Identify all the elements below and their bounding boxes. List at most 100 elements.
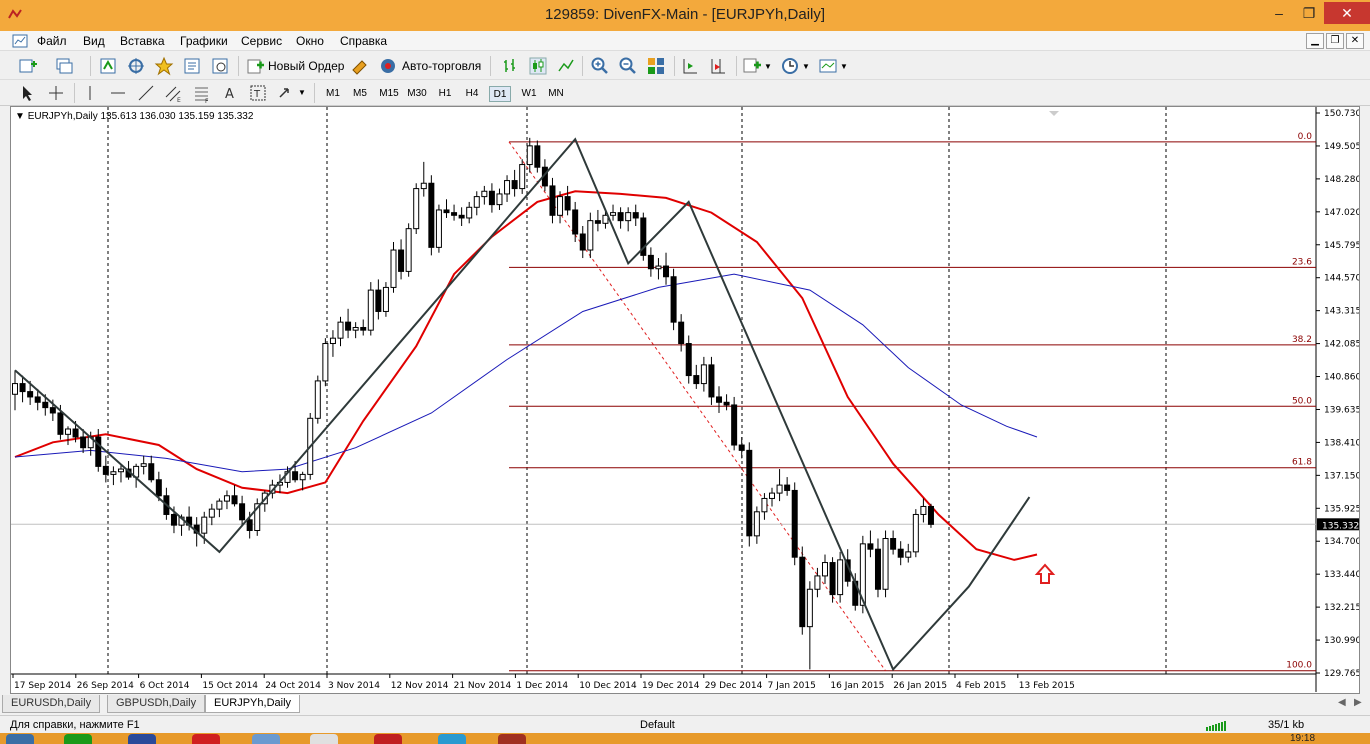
close-button[interactable]: ✕ — [1324, 2, 1370, 24]
strategy-tester-icon[interactable] — [210, 56, 230, 76]
candle-body — [731, 404, 738, 446]
tab-eurusd[interactable]: EURUSDh,Daily — [2, 695, 101, 713]
menu-charts[interactable]: Графики — [180, 34, 228, 48]
taskbar-yandex-icon[interactable] — [310, 734, 338, 744]
profiles-icon[interactable] — [55, 56, 75, 76]
taskbar-browser-icon[interactable] — [192, 734, 220, 744]
menu-window[interactable]: Окно — [296, 34, 324, 48]
fibo-level-label: 38.2 — [1292, 335, 1312, 345]
taskbar-skype-icon[interactable] — [438, 734, 466, 744]
line-chart-icon[interactable] — [556, 56, 576, 76]
zoom-in-icon[interactable] — [590, 56, 610, 76]
tab-eurjpy[interactable]: EURJPYh,Daily — [205, 695, 301, 713]
candle-body — [769, 492, 775, 499]
indicators-icon[interactable] — [742, 56, 762, 76]
candle-body — [564, 196, 571, 211]
periods-clock-icon[interactable] — [780, 56, 800, 76]
arrows-icon[interactable] — [276, 83, 296, 103]
auto-trading-button[interactable]: Авто-торговля — [402, 57, 481, 75]
taskbar-explorer-icon[interactable] — [252, 734, 280, 744]
candle-body — [912, 513, 919, 553]
new-order-icon[interactable] — [245, 56, 265, 76]
tf-m1[interactable]: M1 — [322, 86, 344, 102]
tf-h4[interactable]: H4 — [461, 86, 483, 102]
candle-body — [72, 428, 79, 438]
chart-menu-arrow-icon[interactable]: ▼ — [15, 111, 25, 122]
text-label-icon[interactable]: T — [248, 83, 268, 103]
restore-button[interactable]: ❐ — [1294, 2, 1324, 24]
cursor-icon[interactable] — [18, 83, 38, 103]
mdi-close-button[interactable]: ✕ — [1346, 33, 1364, 49]
periods-dropdown-icon[interactable]: ▼ — [802, 62, 810, 71]
menu-view[interactable]: Вид — [83, 34, 105, 48]
y-tick-label: 135.925 — [1324, 504, 1359, 514]
tabs-scroll-right-icon[interactable]: ▶ — [1354, 697, 1362, 708]
chart-shift-icon[interactable] — [708, 56, 728, 76]
candle-body — [420, 182, 427, 190]
new-order-button[interactable]: Новый Ордер — [268, 57, 344, 75]
navigator-icon[interactable] — [126, 56, 146, 76]
indicators-dropdown-icon[interactable]: ▼ — [764, 62, 772, 71]
templates-icon[interactable] — [818, 56, 838, 76]
candle-body — [398, 249, 405, 272]
tf-m30[interactable]: M30 — [404, 86, 430, 102]
bar-chart-icon[interactable] — [500, 56, 520, 76]
tf-m5[interactable]: M5 — [349, 86, 371, 102]
mdi-restore-button[interactable]: ❐ — [1326, 33, 1344, 49]
menu-insert[interactable]: Вставка — [120, 34, 165, 48]
chart-tabs: EURUSDh,Daily GBPUSDh,Daily EURJPYh,Dail… — [0, 695, 1370, 715]
candle-body — [753, 511, 760, 537]
chart-window[interactable]: 150.730 149.505 148.280 147.020 145.795 144.5… — [10, 106, 1360, 694]
tabs-scroll-left-icon[interactable]: ◀ — [1338, 697, 1346, 708]
candle-body — [625, 212, 632, 222]
terminal-icon[interactable] — [182, 56, 202, 76]
menu-tools[interactable]: Сервис — [241, 34, 282, 48]
menu-file[interactable]: Файл — [37, 34, 67, 48]
auto-scroll-icon[interactable] — [680, 56, 700, 76]
text-icon[interactable]: A — [220, 83, 240, 103]
candle-body — [413, 188, 420, 230]
candle-body — [632, 212, 639, 219]
taskbar-metatrader-icon[interactable] — [498, 734, 526, 744]
tab-gbpusd[interactable]: GBPUSDh,Daily — [107, 695, 206, 713]
taskbar-app-icon[interactable] — [64, 734, 92, 744]
zoom-out-icon[interactable] — [618, 56, 638, 76]
candle-body — [443, 209, 450, 214]
templates-dropdown-icon[interactable]: ▼ — [840, 62, 848, 71]
candle-body — [352, 326, 359, 331]
taskbar-word-icon[interactable] — [128, 734, 156, 744]
vertical-line-icon[interactable] — [80, 83, 100, 103]
arrows-dropdown-icon[interactable]: ▼ — [298, 88, 306, 97]
metaeditor-icon[interactable] — [350, 56, 370, 76]
candle-chart-icon[interactable] — [528, 56, 548, 76]
tile-windows-icon[interactable] — [646, 56, 666, 76]
taskbar-opera-icon[interactable] — [374, 734, 402, 744]
y-tick-label: 140.860 — [1324, 373, 1359, 383]
candle-body — [148, 463, 155, 481]
trendline-icon[interactable] — [136, 83, 156, 103]
mdi-minimize-button[interactable]: ▁ — [1306, 33, 1324, 49]
market-watch-icon[interactable] — [98, 56, 118, 76]
window-title: 129859: DivenFX-Main - [EURJPYh,Daily] — [544, 6, 826, 23]
tf-m15[interactable]: M15 — [376, 86, 402, 102]
horizontal-line-icon[interactable] — [108, 83, 128, 103]
candle-body — [670, 276, 677, 323]
x-tick-label: 17 Sep 2014 — [14, 681, 71, 691]
y-tick-label: 149.505 — [1324, 142, 1359, 152]
candle-body — [231, 495, 238, 505]
favorites-icon[interactable] — [154, 56, 174, 76]
new-chart-icon[interactable] — [18, 56, 38, 76]
tf-w1[interactable]: W1 — [518, 86, 540, 102]
minimize-button[interactable]: – — [1264, 2, 1294, 24]
tf-d1[interactable]: D1 — [489, 86, 511, 102]
tf-mn[interactable]: MN — [545, 86, 567, 102]
auto-trading-icon[interactable] — [378, 56, 398, 76]
fibonacci-icon[interactable]: F — [192, 83, 212, 103]
equidistant-channel-icon[interactable]: E — [164, 83, 184, 103]
price-chart[interactable]: 150.730 149.505 148.280 147.020 145.795 144.5… — [11, 107, 1359, 693]
menu-help[interactable]: Справка — [340, 34, 387, 48]
tf-h1[interactable]: H1 — [434, 86, 456, 102]
start-icon[interactable] — [6, 734, 34, 744]
candle-body — [322, 343, 329, 382]
crosshair-icon[interactable] — [46, 83, 66, 103]
